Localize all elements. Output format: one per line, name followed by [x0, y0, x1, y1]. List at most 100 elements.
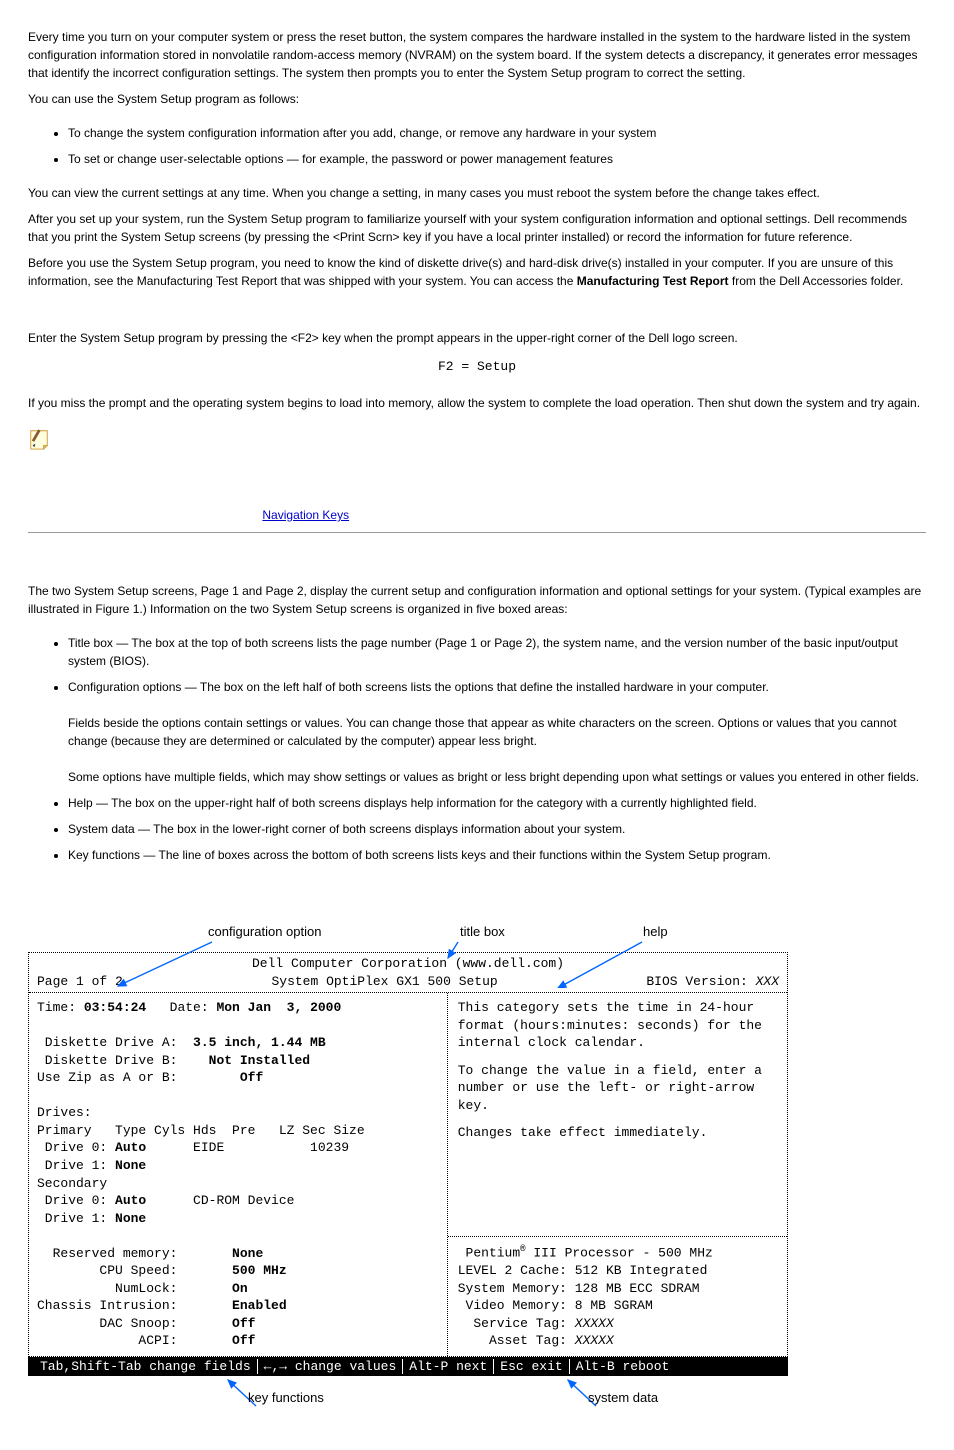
secondary-drive0-info: CD-ROM Device [146, 1193, 294, 1208]
numlock-value[interactable]: On [232, 1281, 248, 1296]
heading-screens: System Setup Screens [28, 551, 926, 572]
primary-drive1-value[interactable]: None [115, 1158, 146, 1173]
screens-b2c: Some options have multiple fields, which… [68, 770, 919, 784]
bios-system-data: Pentium® III Processor - 500 MHz LEVEL 2… [448, 1236, 787, 1356]
help-p3: Changes take effect immediately. [458, 1124, 777, 1142]
intro-p4: After you set up your system, run the Sy… [28, 210, 926, 246]
reserved-memory-value[interactable]: None [232, 1246, 263, 1261]
time-value[interactable]: 03:54:24 [84, 1000, 146, 1015]
bios-version: BIOS Version: XXX [646, 973, 779, 991]
note-text: The <F2> prompt appears for approximatel… [60, 428, 912, 460]
secondary-drive0-value[interactable]: Auto [115, 1193, 146, 1208]
key-change-fields: Tab,Shift-Tab change fields [34, 1359, 258, 1374]
help-p2: To change the value in a field, enter a … [458, 1062, 777, 1115]
note-label: NOTE: [60, 428, 97, 442]
primary-drive1-label: Drive 1: [37, 1158, 115, 1173]
enter-p2b: " section. [349, 508, 398, 522]
key-exit: Esc exit [494, 1359, 569, 1374]
cpu-speed-label: CPU Speed: [37, 1263, 232, 1278]
sys-memory: System Memory: 128 MB ECC SDRAM [458, 1281, 700, 1296]
dac-snoop-label: DAC Snoop: [37, 1316, 232, 1331]
enter-p1b: prompt appears in the upper-right corner… [396, 331, 738, 345]
intro-p3: You can view the current settings at any… [28, 184, 926, 202]
intro-p2: You can use the System Setup program as … [28, 90, 926, 108]
diskette-a-label: Diskette Drive A: [37, 1035, 193, 1050]
drives-label: Drives: [37, 1105, 92, 1120]
numlock-label: NumLock: [37, 1281, 232, 1296]
primary-drive0-value[interactable]: Auto [115, 1140, 146, 1155]
secondary-label: Secondary [37, 1176, 107, 1191]
intro-p1: Every time you turn on your computer sys… [28, 28, 926, 82]
acpi-value[interactable]: Off [232, 1333, 255, 1348]
secondary-drive1-value[interactable]: None [115, 1211, 146, 1226]
key-change-values: ←,→ change values [258, 1359, 404, 1374]
drives-header: Primary Type Cyls Hds Pre LZ Sec Size [37, 1123, 365, 1138]
callout-system-data: system data [588, 1390, 658, 1405]
intro-p5-link: Manufacturing Test Report [577, 274, 729, 288]
screens-b2: Configuration options — The box on the l… [68, 678, 926, 786]
dac-snoop-value[interactable]: Off [232, 1316, 255, 1331]
bios-config-options: Time: 03:54:24 Date: Mon Jan 3, 2000 Dis… [29, 993, 448, 1356]
bios-setup-screen: Dell Computer Corporation (www.dell.com)… [28, 952, 788, 1357]
acpi-label: ACPI: [37, 1333, 232, 1348]
heading-entering: Entering the System Setup Program [28, 298, 926, 319]
cpu-speed-value[interactable]: 500 MHz [232, 1263, 287, 1278]
secondary-drive1-label: Drive 1: [37, 1211, 115, 1226]
date-label: Date: [146, 1000, 216, 1015]
zip-value[interactable]: Off [240, 1070, 263, 1085]
screens-b5: Key functions — The line of boxes across… [68, 846, 926, 864]
secondary-drive0-label: Drive 0: [37, 1193, 115, 1208]
diskette-b-value[interactable]: Not Installed [209, 1053, 310, 1068]
screens-b2b: Fields beside the options contain settin… [68, 716, 897, 748]
callout-configuration-option: configuration option [208, 924, 321, 939]
sys-asset-tag-label: Asset Tag: [458, 1333, 575, 1348]
enter-p1: Enter the System Setup program by pressi… [28, 329, 926, 347]
sys-processor-a: Pentium [458, 1246, 520, 1261]
intro-b2: To set or change user-selectable options… [68, 150, 926, 168]
bios-help-box: This category sets the time in 24-hour f… [448, 993, 787, 1236]
bios-key-functions-bar: Tab,Shift-Tab change fields ←,→ change v… [28, 1357, 788, 1376]
intro-p5: Before you use the System Setup program,… [28, 254, 926, 290]
sys-service-tag-label: Service Tag: [458, 1316, 575, 1331]
chassis-intrusion-value[interactable]: Enabled [232, 1298, 287, 1313]
link-navigation-keys[interactable]: Navigation Keys [262, 508, 349, 522]
sys-l2cache: LEVEL 2 Cache: 512 KB Integrated [458, 1263, 708, 1278]
key-reboot: Alt-B reboot [570, 1359, 690, 1374]
zip-label: Use Zip as A or B: [37, 1070, 240, 1085]
key-next-page: Alt-P next [403, 1359, 494, 1374]
enter-p1a: Enter the System Setup program by pressi… [28, 331, 396, 345]
help-p1: This category sets the time in 24-hour f… [458, 999, 777, 1052]
pencil-note-icon [28, 428, 50, 450]
screens-b1: Title box — The box at the top of both s… [68, 634, 926, 670]
figure-caption: Figure 1. System Setup Screens [28, 880, 926, 894]
diskette-a-value[interactable]: 3.5 inch, 1.44 MB [193, 1035, 326, 1050]
primary-drive0-info: EIDE 10239 [146, 1140, 349, 1155]
divider [28, 532, 926, 533]
bios-page: Page 1 of 2 [37, 973, 123, 991]
reserved-memory-label: Reserved memory: [37, 1246, 232, 1261]
bios-corp: Dell Computer Corporation (www.dell.com) [37, 955, 779, 973]
screens-b4: System data — The box in the lower-right… [68, 820, 926, 838]
diskette-b-label: Diskette Drive B: [37, 1053, 209, 1068]
primary-drive0-label: Drive 0: [37, 1140, 115, 1155]
bios-version-value: XXX [756, 974, 779, 989]
time-label: Time: [37, 1000, 84, 1015]
screens-b2a: Configuration options — The box on the l… [68, 680, 769, 694]
sys-asset-tag-value: XXXXX [575, 1333, 614, 1348]
enter-p2a: To exit the System Setup program, press … [28, 472, 906, 522]
intro-b1: To change the system configuration infor… [68, 124, 926, 142]
sys-processor-b: III Processor - 500 MHz [526, 1246, 713, 1261]
bios-version-label: BIOS Version: [646, 974, 755, 989]
callout-help: help [643, 924, 668, 939]
bios-title-box: Dell Computer Corporation (www.dell.com)… [29, 953, 787, 993]
sys-service-tag-value: XXXXX [575, 1316, 614, 1331]
f2-setup-hint: F2 = Setup [28, 359, 926, 374]
screens-b3: Help — The box on the upper-right half o… [68, 794, 926, 812]
sys-video-memory: Video Memory: 8 MB SGRAM [458, 1298, 653, 1313]
callout-key-functions: key functions [248, 1390, 324, 1405]
bios-system-name: System OptiPlex GX1 500 Setup [123, 973, 647, 991]
chassis-intrusion-label: Chassis Intrusion: [37, 1298, 232, 1313]
intro-p5b: from the Dell Accessories folder. [729, 274, 904, 288]
date-value[interactable]: Mon Jan 3, 2000 [216, 1000, 341, 1015]
screens-p1: The two System Setup screens, Page 1 and… [28, 582, 926, 618]
